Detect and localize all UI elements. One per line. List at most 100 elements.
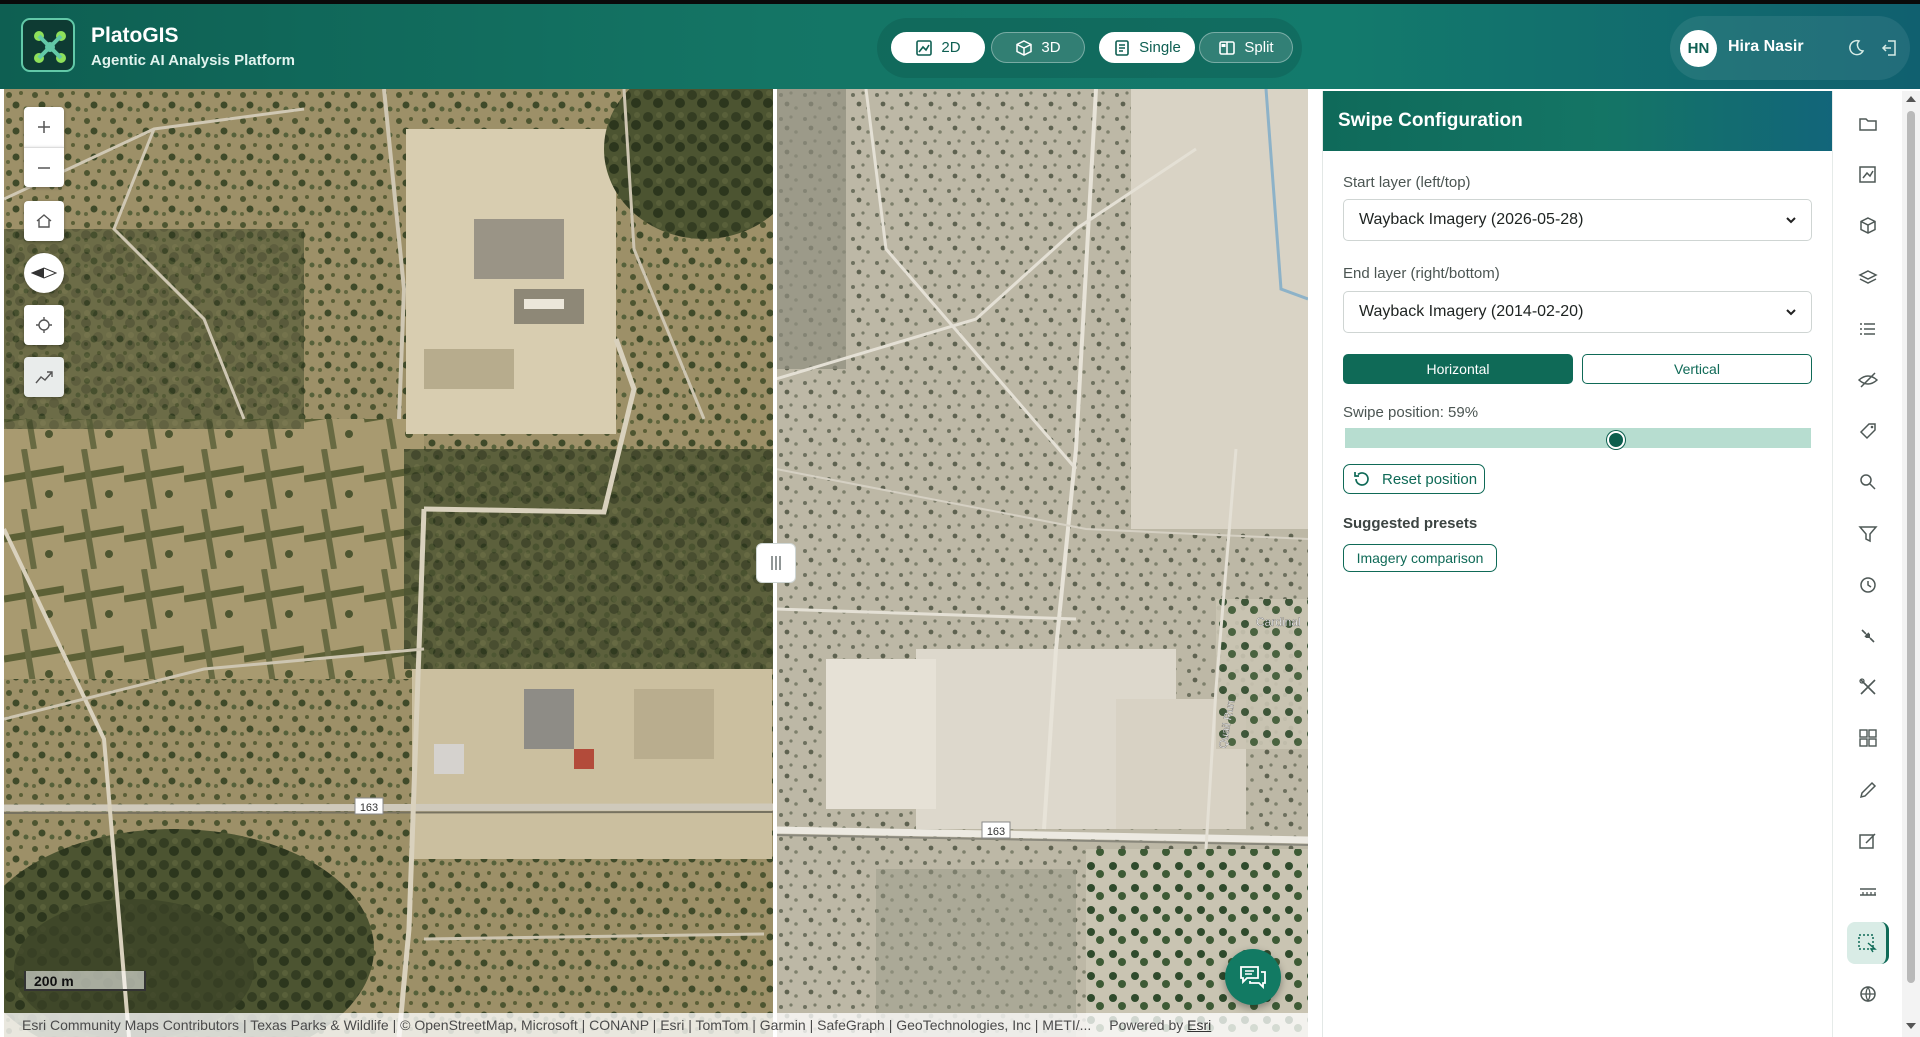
toolbar-filter-button[interactable] bbox=[1847, 513, 1889, 555]
scale-bar: 200 m bbox=[24, 971, 146, 991]
swipe-configuration-panel: Swipe Configuration Start layer (left/to… bbox=[1322, 91, 1833, 1037]
map-edit-icon bbox=[1859, 166, 1876, 183]
preset-imagery-comparison[interactable]: Imagery comparison bbox=[1343, 544, 1497, 572]
toolbar-search-button[interactable] bbox=[1847, 461, 1889, 503]
view-single-button[interactable]: Single bbox=[1099, 32, 1195, 63]
user-name: Hira Nasir bbox=[1728, 38, 1804, 55]
compass-icon bbox=[31, 267, 57, 279]
list-icon bbox=[1860, 322, 1875, 335]
scroll-down-arrow[interactable] bbox=[1906, 1023, 1916, 1029]
tag-icon bbox=[1859, 423, 1876, 440]
cube-icon bbox=[1860, 217, 1876, 235]
zoom-in-icon bbox=[38, 121, 50, 133]
scroll-thumb[interactable] bbox=[1907, 111, 1915, 983]
toolbar-grid-button[interactable] bbox=[1847, 717, 1889, 759]
cube-icon bbox=[1016, 39, 1033, 56]
powered-by-text: Powered by bbox=[1109, 1017, 1184, 1033]
toolbar-tools-button[interactable] bbox=[1847, 666, 1889, 708]
toolbar-ruler-button[interactable] bbox=[1847, 871, 1889, 913]
zoom-out-button[interactable] bbox=[24, 147, 64, 187]
toolbar-satellite-button[interactable] bbox=[1847, 615, 1889, 657]
toolbar-layers-button[interactable] bbox=[1847, 257, 1889, 299]
clock-icon bbox=[1860, 577, 1876, 593]
toolbar-select-area-button[interactable] bbox=[1847, 922, 1889, 965]
end-layer-label: End layer (right/bottom) bbox=[1343, 265, 1500, 282]
road-shield-left: 163 bbox=[360, 802, 378, 814]
globe-icon bbox=[1860, 986, 1876, 1003]
map-attribution: Esri Community Maps Contributors | Texas… bbox=[4, 1013, 1308, 1037]
select-area-icon bbox=[1857, 934, 1877, 953]
chat-assistant-button[interactable] bbox=[1225, 949, 1281, 1005]
view-2d-label: 2D bbox=[941, 39, 961, 56]
reset-icon bbox=[1354, 472, 1369, 486]
map-2d-icon bbox=[916, 39, 933, 56]
end-layer-select[interactable]: Wayback Imagery (2014-02-20) bbox=[1343, 291, 1812, 333]
locate-icon bbox=[36, 317, 52, 333]
chevron-down-icon bbox=[1786, 309, 1796, 316]
drag-handle-icon bbox=[771, 556, 781, 570]
esri-link[interactable]: Esri bbox=[1187, 1017, 1211, 1033]
zoom-in-button[interactable] bbox=[24, 107, 64, 147]
home-button[interactable] bbox=[24, 201, 64, 241]
layers-icon bbox=[1858, 269, 1878, 284]
start-layer-label: Start layer (left/top) bbox=[1343, 174, 1471, 191]
ruler-icon bbox=[1860, 888, 1876, 896]
swipe-handle[interactable] bbox=[756, 543, 796, 583]
app-title: PlatoGIS bbox=[91, 24, 179, 47]
locate-button[interactable] bbox=[24, 305, 64, 345]
chat-icon bbox=[1240, 966, 1266, 990]
start-layer-value: Wayback Imagery (2026-05-28) bbox=[1359, 211, 1584, 228]
logout-icon[interactable] bbox=[1880, 38, 1900, 58]
view-split-label: Split bbox=[1244, 39, 1274, 56]
user-menu[interactable]: HN Hira Nasir bbox=[1670, 16, 1910, 80]
avatar: HN bbox=[1680, 30, 1717, 67]
single-view-icon bbox=[1115, 39, 1129, 56]
home-icon bbox=[36, 214, 52, 228]
folder-icon bbox=[1859, 118, 1877, 131]
measure-button[interactable] bbox=[24, 357, 64, 397]
filter-icon bbox=[1858, 525, 1878, 542]
vertical-button[interactable]: Vertical bbox=[1582, 354, 1812, 384]
search-icon bbox=[1860, 474, 1876, 490]
toolbar-clock-button[interactable] bbox=[1847, 564, 1889, 606]
platogis-logo[interactable] bbox=[21, 18, 75, 72]
split-view-icon bbox=[1219, 40, 1236, 55]
edit-icon bbox=[1859, 833, 1876, 849]
toolbar-list-button[interactable] bbox=[1847, 308, 1889, 350]
view-2d-button[interactable]: 2D bbox=[891, 32, 985, 63]
toolbar-tag-button[interactable] bbox=[1847, 410, 1889, 452]
toolbar-edit-button[interactable] bbox=[1847, 820, 1889, 862]
view-split-button[interactable]: Split bbox=[1199, 32, 1293, 63]
right-toolbar bbox=[1832, 91, 1902, 1037]
toolbar-folder-button[interactable] bbox=[1847, 103, 1889, 145]
place-label-cardinal: Cardinal bbox=[1256, 615, 1301, 629]
toolbar-pencil-button[interactable] bbox=[1847, 769, 1889, 811]
map-view[interactable]: 163 163 Cardinal Quail Run 200 m Esri Co… bbox=[4, 89, 1308, 1037]
toolbar-globe-button[interactable] bbox=[1847, 973, 1889, 1015]
suggested-presets-title: Suggested presets bbox=[1343, 515, 1478, 532]
scroll-up-arrow[interactable] bbox=[1906, 96, 1916, 102]
toolbar-map-edit-button[interactable] bbox=[1847, 154, 1889, 196]
toolbar-cube-button[interactable] bbox=[1847, 205, 1889, 247]
horizontal-button[interactable]: Horizontal bbox=[1343, 354, 1573, 384]
grid-icon bbox=[1859, 729, 1877, 748]
swipe-position-slider[interactable] bbox=[1345, 428, 1811, 448]
chevron-down-icon bbox=[1786, 217, 1796, 224]
view-mode-group: 2D 3D Single Split bbox=[877, 18, 1302, 78]
reset-position-label: Reset position bbox=[1382, 470, 1478, 488]
panel-header: Swipe Configuration bbox=[1323, 91, 1833, 151]
map-right-imagery: 163 Cardinal Quail Run bbox=[776, 89, 1308, 1037]
panel-title: Swipe Configuration bbox=[1338, 110, 1523, 131]
toolbar-scrollbar[interactable] bbox=[1902, 91, 1920, 1037]
start-layer-select[interactable]: Wayback Imagery (2026-05-28) bbox=[1343, 199, 1812, 241]
compass-button[interactable] bbox=[24, 253, 64, 293]
moon-icon[interactable] bbox=[1846, 38, 1866, 58]
logo-icon bbox=[34, 31, 66, 63]
view-3d-button[interactable]: 3D bbox=[991, 32, 1085, 63]
pencil-icon bbox=[1859, 781, 1877, 798]
end-layer-value: Wayback Imagery (2014-02-20) bbox=[1359, 303, 1584, 320]
reset-position-button[interactable]: Reset position bbox=[1343, 464, 1485, 494]
measure-icon bbox=[35, 371, 53, 384]
tools-icon bbox=[1859, 678, 1876, 695]
toolbar-eye-off-button[interactable] bbox=[1847, 359, 1889, 401]
